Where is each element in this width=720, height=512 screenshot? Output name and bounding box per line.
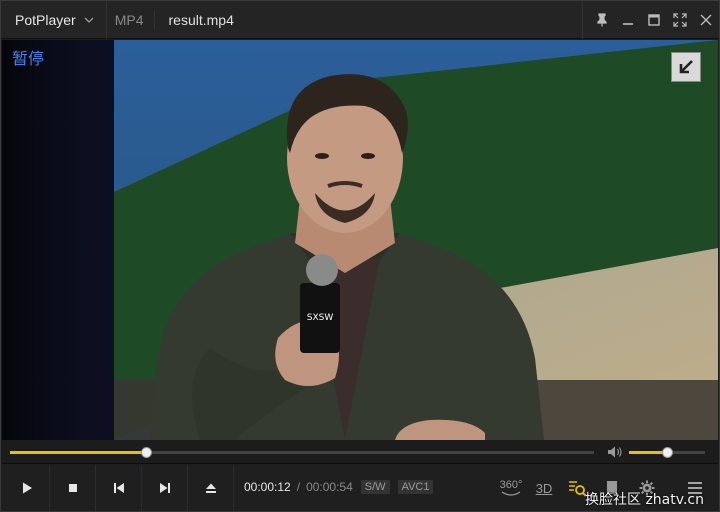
play-icon — [22, 482, 32, 494]
play-button[interactable] — [4, 465, 50, 511]
video-area[interactable]: SXSW 暂停 — [2, 40, 718, 440]
vr-arc-icon — [501, 490, 521, 496]
search-list-icon — [569, 481, 587, 497]
current-time: 00:00:12 — [244, 480, 291, 494]
seek-row — [2, 440, 718, 464]
3d-icon: 3D — [535, 480, 553, 496]
watermark-text: 换脸社区 zhatv.cn — [585, 492, 704, 508]
codec-tag[interactable]: AVC1 — [397, 480, 434, 494]
stop-icon — [68, 484, 77, 492]
vr-360-button[interactable]: 360° — [498, 475, 524, 501]
time-display: 00:00:12 / 00:00:54 S/W AVC1 — [244, 480, 434, 494]
skip-next-icon — [159, 483, 170, 493]
app-name: PotPlayer — [15, 11, 76, 28]
stop-button[interactable] — [50, 465, 96, 511]
minimize-button[interactable] — [615, 7, 641, 33]
fullscreen-icon — [673, 13, 687, 27]
next-button[interactable] — [142, 465, 188, 511]
minimize-icon — [623, 23, 633, 25]
volume-slider[interactable] — [629, 447, 705, 458]
title-bar: PotPlayer MP4 result.mp4 — [1, 0, 719, 39]
speaker-figure: SXSW — [150, 74, 544, 440]
vr-360-icon: 360° — [499, 478, 523, 491]
seek-bar[interactable] — [10, 447, 594, 458]
duration: 00:00:54 — [306, 480, 353, 494]
mic-brand-label: SXSW — [307, 313, 334, 323]
osd-status-text: 暂停 — [12, 49, 45, 68]
previous-button[interactable] — [96, 465, 142, 511]
maximize-button[interactable] — [641, 7, 667, 33]
chevron-down-icon — [84, 17, 94, 23]
file-name: result.mp4 — [168, 11, 234, 28]
format-label: MP4 — [107, 10, 155, 29]
app-menu-button[interactable]: PotPlayer — [1, 0, 107, 39]
seek-handle[interactable] — [141, 447, 153, 458]
pin-icon — [597, 13, 607, 27]
speaker-icon[interactable] — [607, 445, 623, 459]
pin-button[interactable] — [589, 7, 615, 33]
eject-icon — [205, 483, 216, 493]
window-controls — [582, 1, 719, 39]
close-icon — [700, 14, 712, 26]
eject-button[interactable] — [188, 465, 234, 511]
fullscreen-button[interactable] — [667, 7, 693, 33]
stage-curtain — [2, 40, 114, 440]
maximize-icon — [648, 14, 660, 26]
3d-button[interactable]: 3D — [532, 475, 556, 501]
close-button[interactable] — [693, 7, 719, 33]
player-window: PotPlayer MP4 result.mp4 SXSW 暂停 00:00:1… — [0, 0, 720, 512]
subtitle-tag[interactable]: S/W — [360, 480, 390, 494]
corner-button[interactable] — [671, 52, 701, 82]
arrow-down-left-icon — [679, 60, 693, 74]
volume-handle[interactable] — [662, 447, 673, 458]
seek-progress — [10, 451, 147, 454]
time-separator: / — [296, 480, 301, 494]
skip-previous-icon — [113, 483, 124, 493]
